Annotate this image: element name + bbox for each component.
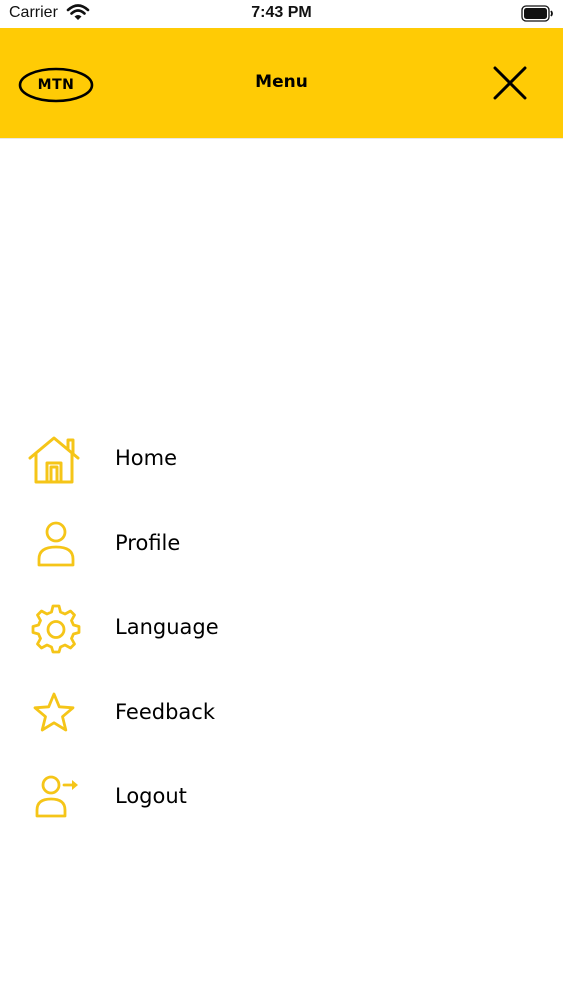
close-icon (493, 66, 527, 100)
menu-item-label: Profile (115, 530, 181, 555)
menu-item-home[interactable]: Home (0, 418, 563, 503)
clock-label: 7:43 PM (251, 4, 312, 21)
menu-item-profile[interactable]: Profile (0, 503, 563, 588)
menu-item-language[interactable]: Language (0, 587, 563, 672)
app-header: MTN Menu (0, 28, 563, 139)
page-title: Menu (255, 72, 308, 92)
menu-item-feedback[interactable]: Feedback (0, 672, 563, 757)
battery-icon (521, 5, 554, 22)
logout-icon (26, 770, 82, 826)
menu-item-label: Language (115, 615, 219, 639)
menu-item-label: Logout (115, 784, 187, 808)
menu-item-logout[interactable]: Logout (0, 756, 563, 841)
gear-icon (26, 601, 82, 657)
menu-screen: Carrier 7:43 PM MTN Menu Home Profile La… (0, 0, 563, 1000)
menu-item-label: Home (115, 446, 178, 470)
menu-item-label: Feedback (115, 699, 216, 724)
menu-list: Home Profile Language Feedback Logout (0, 418, 563, 841)
star-icon (26, 686, 82, 742)
close-button[interactable] (489, 62, 531, 104)
status-bar: Carrier 7:43 PM (0, 0, 563, 28)
home-icon (26, 432, 82, 488)
user-icon (26, 517, 82, 573)
